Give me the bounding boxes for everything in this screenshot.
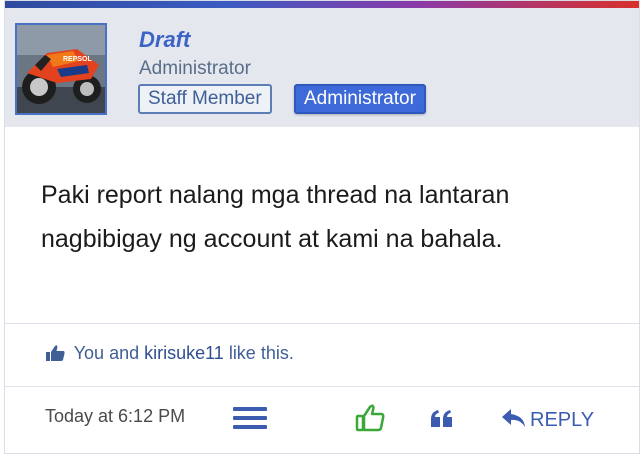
quote-button[interactable] <box>429 409 455 434</box>
like-thumb-icon <box>355 404 385 432</box>
svg-text:REPSOL: REPSOL <box>63 56 93 63</box>
avatar[interactable]: REPSOL <box>15 23 107 115</box>
message-line: nagbibigay ng account at kami na bahala. <box>41 225 503 253</box>
accent-bar <box>5 1 639 8</box>
message-line: Paki report nalang mga thread na lantara… <box>41 181 510 209</box>
quote-icon <box>431 410 452 427</box>
user-title: Administrator <box>139 58 251 79</box>
likes-summary: You and kirisuke11 like this. <box>45 343 294 364</box>
likes-prefix: You and <box>73 343 145 363</box>
username[interactable]: Draft <box>139 27 190 53</box>
post-date[interactable]: Today at 6:12 PM <box>45 406 185 427</box>
divider <box>5 323 639 324</box>
motorcycle-avatar-image: REPSOL <box>17 25 105 113</box>
reply-button[interactable]: REPLY <box>501 407 594 432</box>
like-button[interactable] <box>355 403 385 438</box>
staff-member-badge: Staff Member <box>138 84 272 114</box>
administrator-badge: Administrator <box>294 84 426 114</box>
liker-username-link[interactable]: kirisuke11 <box>144 343 224 363</box>
reply-arrow-icon <box>502 409 525 427</box>
post-card: REPSOL Draft Administrator Staff Member … <box>4 0 640 454</box>
reply-label: REPLY <box>530 409 595 431</box>
user-header: REPSOL Draft Administrator Staff Member … <box>5 8 639 127</box>
message-body: Paki report nalang mga thread na lantara… <box>41 173 601 261</box>
thumbs-up-icon <box>46 345 65 361</box>
likes-suffix: like this. <box>223 343 294 363</box>
post-footer: Today at 6:12 PM REPLY <box>5 387 639 453</box>
hamburger-menu-icon[interactable] <box>233 407 267 431</box>
